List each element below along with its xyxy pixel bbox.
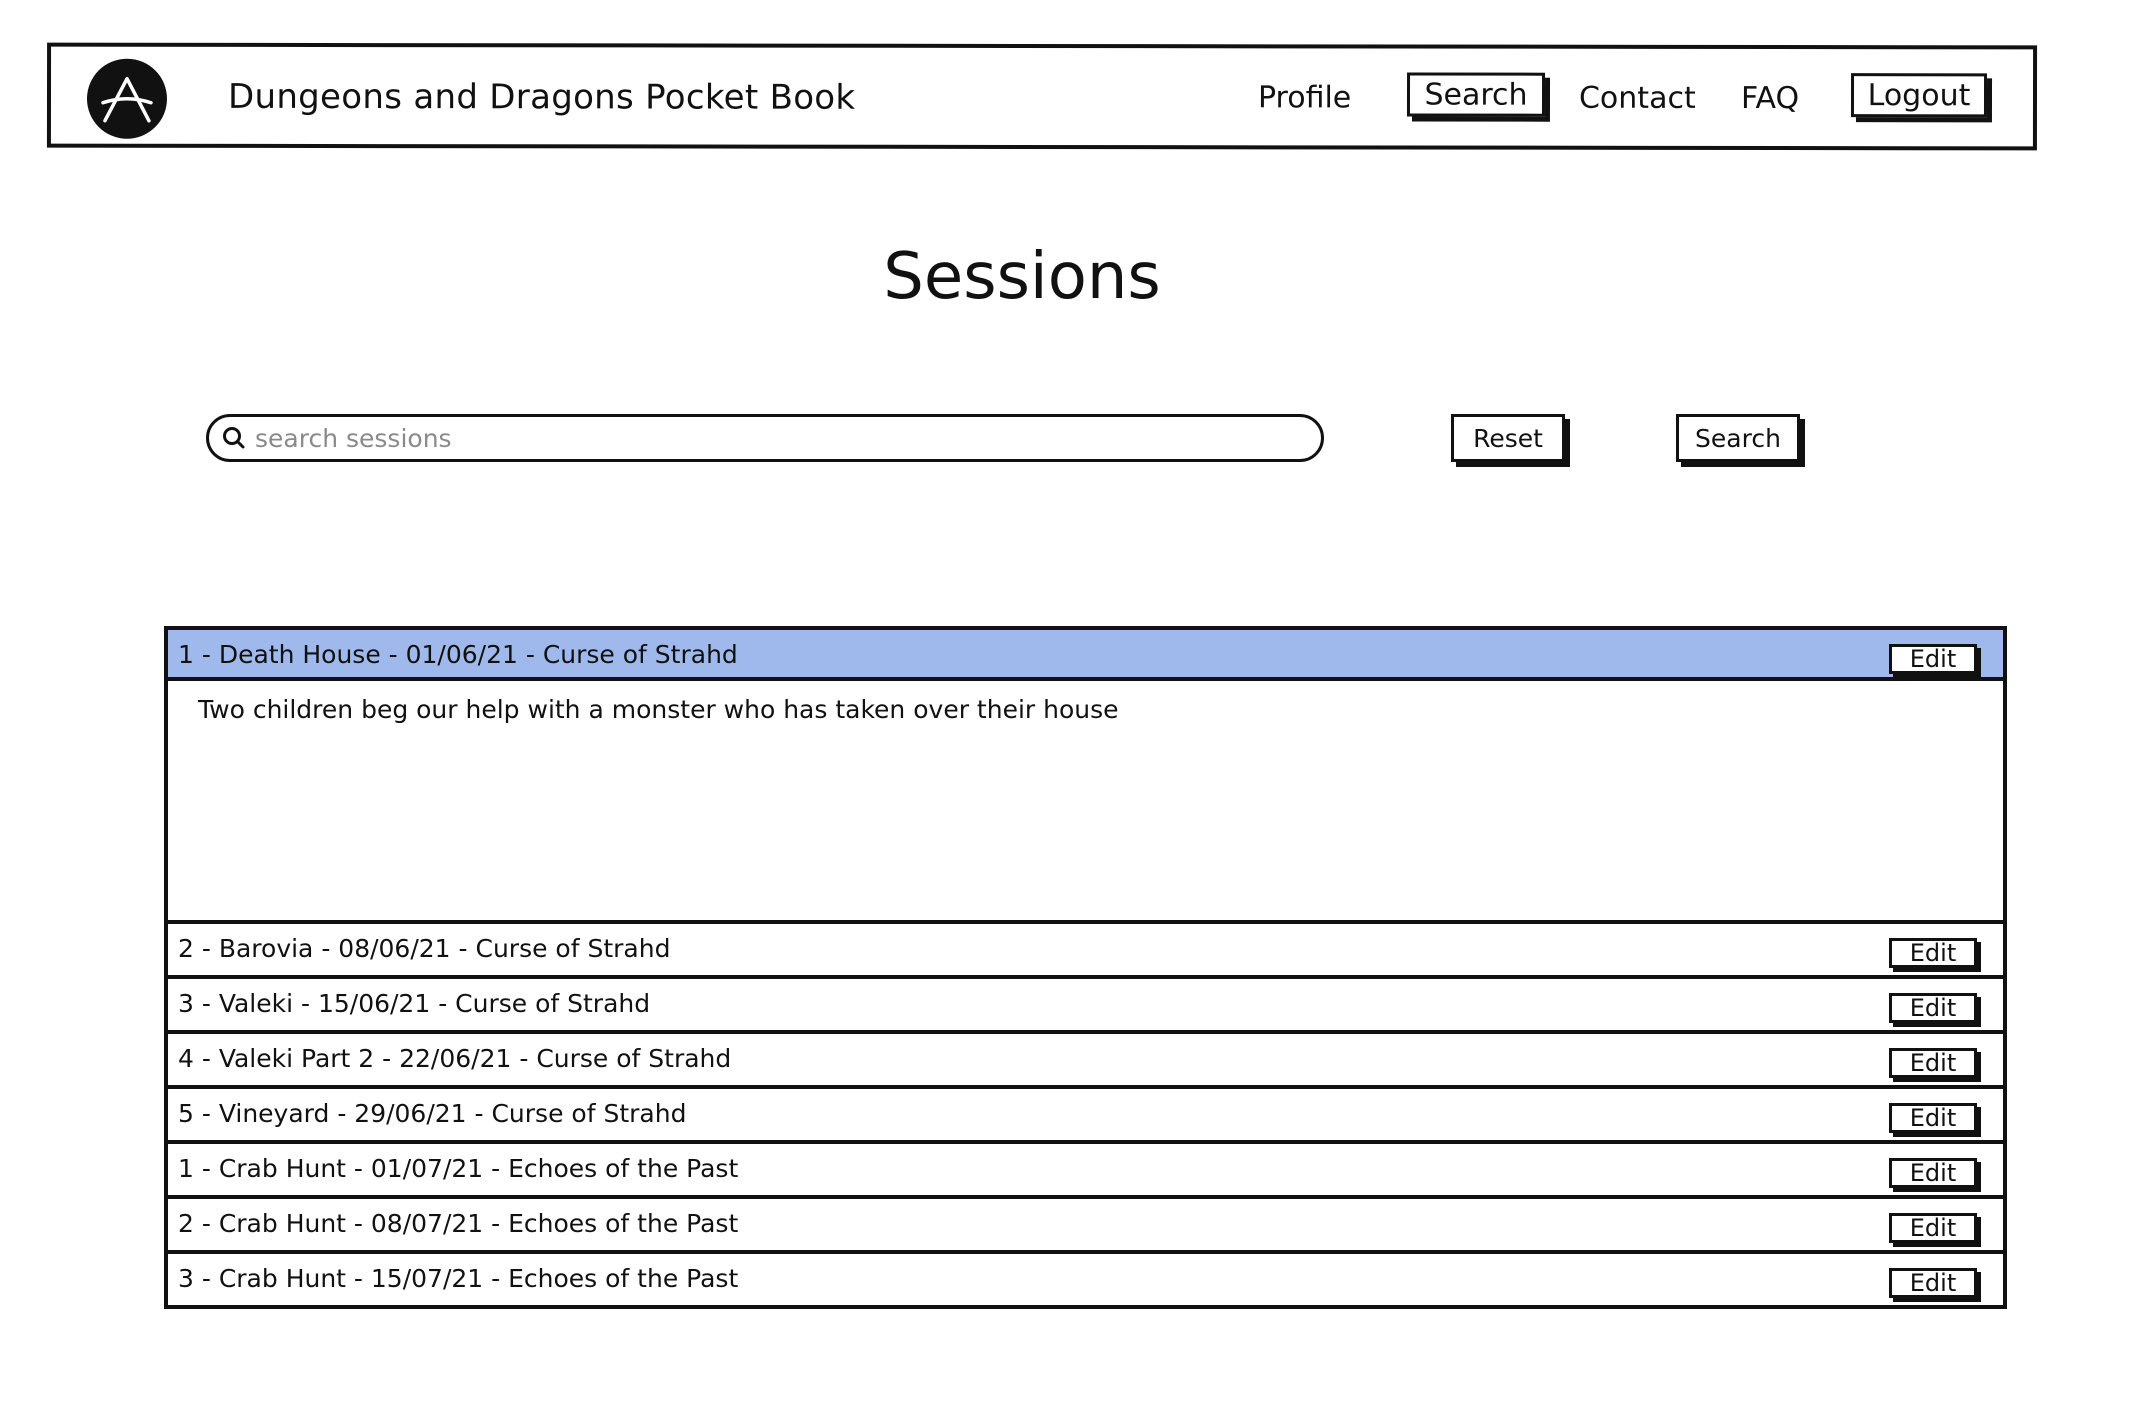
session-detail-panel: Two children beg our help with a monster…: [164, 681, 2007, 924]
edit-button[interactable]: Edit: [1889, 938, 1977, 968]
session-row[interactable]: 1 - Crab Hunt - 01/07/21 - Echoes of the…: [164, 1144, 2007, 1199]
session-label: 2 - Crab Hunt - 08/07/21 - Echoes of the…: [178, 1209, 739, 1238]
edit-button[interactable]: Edit: [1889, 644, 1977, 674]
nav-contact-link[interactable]: Contact: [1579, 81, 1696, 116]
logout-button[interactable]: Logout: [1850, 73, 1988, 118]
reset-button[interactable]: Reset: [1451, 414, 1565, 462]
session-label: 2 - Barovia - 08/06/21 - Curse of Strahd: [178, 934, 671, 963]
session-row[interactable]: 2 - Crab Hunt - 08/07/21 - Echoes of the…: [164, 1199, 2007, 1254]
edit-button[interactable]: Edit: [1889, 993, 1977, 1023]
nav-faq-link[interactable]: FAQ: [1741, 81, 1799, 116]
session-row[interactable]: 3 - Valeki - 15/06/21 - Curse of Strahd …: [164, 979, 2007, 1034]
edit-button[interactable]: Edit: [1889, 1268, 1977, 1298]
session-description: Two children beg our help with a monster…: [198, 695, 1119, 724]
session-label: 1 - Death House - 01/06/21 - Curse of St…: [178, 640, 738, 669]
session-row[interactable]: 3 - Crab Hunt - 15/07/21 - Echoes of the…: [164, 1254, 2007, 1309]
edit-button[interactable]: Edit: [1889, 1103, 1977, 1133]
session-row[interactable]: 2 - Barovia - 08/06/21 - Curse of Strahd…: [164, 924, 2007, 979]
session-label: 4 - Valeki Part 2 - 22/06/21 - Curse of …: [178, 1044, 732, 1073]
nav-search-button[interactable]: Search: [1406, 72, 1546, 117]
search-icon: [223, 427, 245, 449]
search-button[interactable]: Search: [1676, 414, 1800, 462]
page-title: Sessions: [883, 240, 1161, 314]
search-input[interactable]: [255, 423, 1295, 453]
search-field[interactable]: [206, 414, 1324, 462]
nav-profile-link[interactable]: Profile: [1258, 80, 1351, 115]
session-label: 1 - Crab Hunt - 01/07/21 - Echoes of the…: [178, 1154, 739, 1183]
session-row[interactable]: 1 - Death House - 01/06/21 - Curse of St…: [164, 626, 2007, 681]
app-title: Dungeons and Dragons Pocket Book: [227, 76, 856, 118]
edit-button[interactable]: Edit: [1889, 1213, 1977, 1243]
edit-button[interactable]: Edit: [1889, 1158, 1977, 1188]
session-row[interactable]: 5 - Vineyard - 29/06/21 - Curse of Strah…: [164, 1089, 2007, 1144]
top-navbar: Dungeons and Dragons Pocket Book Profile…: [46, 42, 2038, 151]
edit-button[interactable]: Edit: [1889, 1048, 1977, 1078]
sessions-list: 1 - Death House - 01/06/21 - Curse of St…: [164, 626, 2007, 1309]
session-row[interactable]: 4 - Valeki Part 2 - 22/06/21 - Curse of …: [164, 1034, 2007, 1089]
session-label: 5 - Vineyard - 29/06/21 - Curse of Strah…: [178, 1099, 687, 1128]
session-label: 3 - Crab Hunt - 15/07/21 - Echoes of the…: [178, 1264, 739, 1293]
a-logo-icon[interactable]: [86, 58, 168, 139]
session-label: 3 - Valeki - 15/06/21 - Curse of Strahd: [178, 989, 651, 1018]
